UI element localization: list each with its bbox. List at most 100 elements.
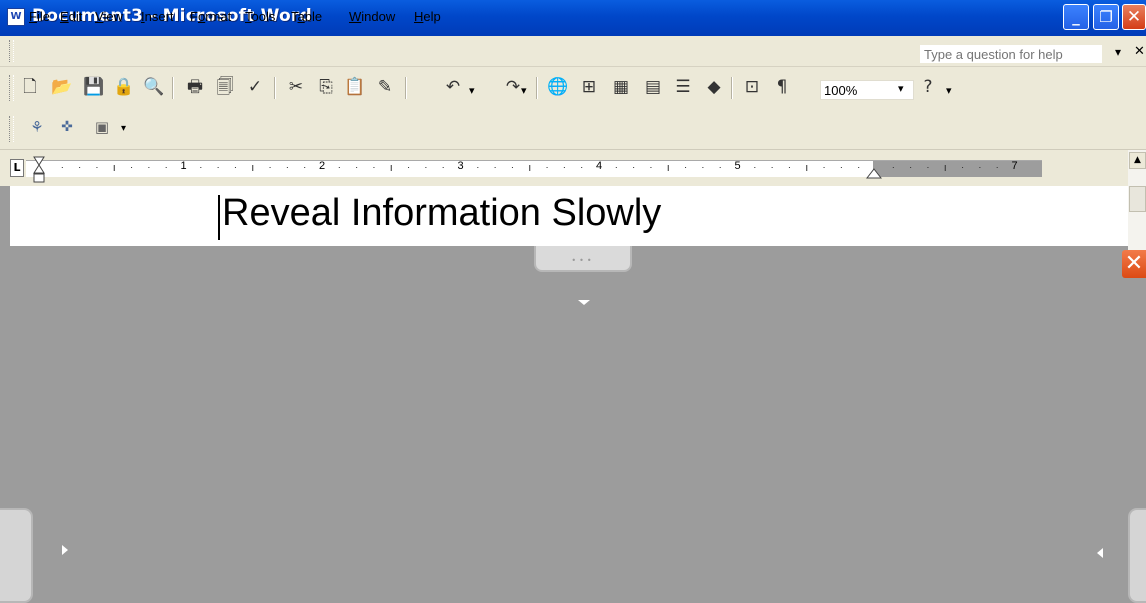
ruler-tick xyxy=(927,167,929,168)
insert-hyperlink-icon[interactable]: 🌐 xyxy=(546,75,570,99)
help-dropdown-arrow-icon[interactable]: ▾ xyxy=(946,84,952,97)
drawing-icon[interactable]: ◆ xyxy=(702,75,726,99)
ruler-tick xyxy=(806,165,808,171)
toolbar-options-icon[interactable]: ▾ xyxy=(121,123,126,134)
left-indent-marker[interactable] xyxy=(33,156,45,184)
format-painter-icon[interactable]: ✎ xyxy=(373,75,397,99)
menu-item[interactable]: Format xyxy=(190,9,231,24)
restore-button[interactable]: ❐ xyxy=(1093,4,1119,30)
menu-item[interactable]: File xyxy=(29,9,50,24)
ruler-tick xyxy=(615,167,617,168)
ruler-tick xyxy=(667,165,669,171)
ruler-tick xyxy=(944,165,946,171)
ruler-tick xyxy=(788,167,790,168)
print-icon[interactable]: 🖶 xyxy=(183,75,207,99)
ruler-tick xyxy=(165,167,167,168)
ruler-number: 5 xyxy=(734,160,741,172)
ruler-tick xyxy=(286,167,288,168)
document-text[interactable]: Reveal Information Slowly xyxy=(222,192,661,235)
expand-right-icon[interactable] xyxy=(62,545,68,555)
ruler-tick xyxy=(823,167,825,168)
new-document-icon[interactable]: 🗋 xyxy=(18,75,42,99)
print-preview-icon[interactable]: 🗐 xyxy=(213,75,237,99)
top-panel-handle[interactable]: ••• xyxy=(534,246,632,272)
redo-dropdown-icon[interactable]: ▾ xyxy=(521,84,527,97)
ruler-tick xyxy=(113,165,115,171)
cut-icon[interactable]: ✂ xyxy=(284,75,308,99)
ruler-number: 2 xyxy=(319,160,326,172)
minimize-button[interactable]: _ xyxy=(1063,4,1089,30)
insert-frame-new-icon[interactable]: ✜ xyxy=(55,115,79,139)
ruler-tick xyxy=(408,167,410,168)
ruler-tick xyxy=(581,167,583,168)
ruler-number: 3 xyxy=(457,160,464,172)
ruler-tick xyxy=(96,167,98,168)
zoom-dropdown-icon[interactable]: ▾ xyxy=(898,82,904,95)
camera-icon[interactable]: ▣ xyxy=(90,115,114,139)
help-dropdown-icon[interactable]: ▾ xyxy=(1115,45,1121,59)
expand-left-icon[interactable] xyxy=(1097,548,1103,558)
second-toolbar-grip[interactable] xyxy=(9,116,14,142)
toolbar-separator xyxy=(274,77,276,99)
word-doc-icon[interactable]: W xyxy=(7,8,25,26)
ruler-tick xyxy=(234,167,236,168)
tables-borders-icon[interactable]: ⊞ xyxy=(577,75,601,99)
menu-item[interactable]: Help xyxy=(414,9,441,24)
left-panel-handle[interactable] xyxy=(0,508,33,603)
menu-item[interactable]: Insert xyxy=(141,9,174,24)
menu-item[interactable]: Window xyxy=(349,9,395,24)
undo-dropdown-icon[interactable]: ▾ xyxy=(469,84,475,97)
open-folder-icon[interactable]: 📂 xyxy=(50,75,74,99)
close-document-button[interactable]: ✕ xyxy=(1134,44,1145,59)
ruler-tick xyxy=(356,167,358,168)
insert-table-icon[interactable]: ▦ xyxy=(609,75,633,99)
toolbar-separator xyxy=(405,77,407,99)
insert-frame-icon[interactable]: ⚘ xyxy=(25,115,49,139)
menu-item[interactable]: View xyxy=(95,9,123,24)
paste-icon[interactable]: 📋 xyxy=(343,75,367,99)
ruler-tick xyxy=(892,167,894,168)
menubar-grip[interactable] xyxy=(9,40,14,62)
spelling-grammar-icon[interactable]: ✓ xyxy=(243,75,267,99)
insert-excel-icon[interactable]: ▤ xyxy=(641,75,665,99)
save-icon[interactable]: 💾 xyxy=(82,75,106,99)
standard-toolbar-grip[interactable] xyxy=(9,75,14,101)
ruler-tick xyxy=(252,165,254,171)
ruler-tick xyxy=(131,167,133,168)
ruler-tick xyxy=(702,167,704,168)
show-formatting-icon[interactable]: ¶ xyxy=(770,75,794,99)
ruler-tick xyxy=(494,167,496,168)
ruler-tick xyxy=(754,167,756,168)
ruler-tick xyxy=(373,167,375,168)
ruler-tick xyxy=(546,167,548,168)
ruler-tick xyxy=(79,167,81,168)
document-map-icon[interactable]: ⊡ xyxy=(740,75,764,99)
reviewing-toolbar xyxy=(0,109,1146,150)
copy-icon[interactable]: ⎘ xyxy=(314,75,338,99)
close-window-button[interactable]: ✕ xyxy=(1122,4,1146,30)
tab-selector-button[interactable]: L xyxy=(10,159,24,177)
ruler-ticks xyxy=(61,165,998,171)
help-search-input[interactable] xyxy=(920,45,1102,63)
expand-down-icon[interactable] xyxy=(578,300,590,305)
right-panel-handle[interactable] xyxy=(1128,508,1146,603)
help-icon[interactable]: ? xyxy=(916,75,940,99)
menu-item[interactable]: Tools xyxy=(245,9,275,24)
permission-icon[interactable]: 🔒 xyxy=(112,75,136,99)
ruler-tick xyxy=(840,167,842,168)
research-icon[interactable]: 🔍 xyxy=(142,75,166,99)
scrollbar-thumb[interactable] xyxy=(1129,186,1146,212)
columns-icon[interactable]: ☰ xyxy=(671,75,695,99)
ruler-tick xyxy=(910,167,912,168)
ruler-tick xyxy=(425,167,427,168)
menu-item[interactable]: Edit xyxy=(60,9,82,24)
right-indent-marker[interactable] xyxy=(866,168,882,180)
undo-icon[interactable]: ↶ xyxy=(441,75,465,99)
close-pane-button[interactable]: ✕ xyxy=(1122,250,1146,278)
ruler-tick xyxy=(304,167,306,168)
ruler-tick xyxy=(390,165,392,171)
menu-item[interactable]: Table xyxy=(291,9,322,24)
ruler-tick xyxy=(996,167,998,168)
scroll-up-button[interactable]: ▲ xyxy=(1129,152,1146,169)
ruler-tick xyxy=(563,167,565,168)
